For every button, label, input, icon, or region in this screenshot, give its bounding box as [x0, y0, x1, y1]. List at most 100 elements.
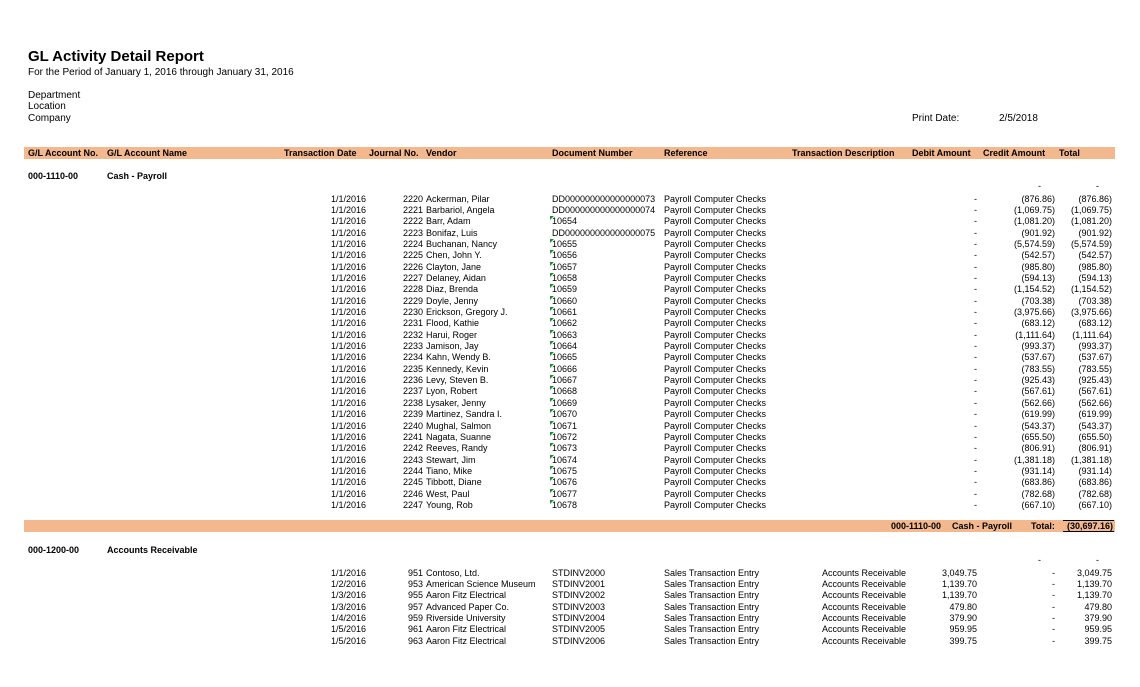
transaction-date: 1/1/2016: [331, 409, 367, 420]
debit-amount: -: [974, 499, 977, 510]
table-row: 1/1/2016 2234 Kahn, Wendy B. 10665 Payroll C…: [0, 352, 1140, 363]
subtotal-value: (30,697.16): [1066, 521, 1113, 531]
credit-amount: (543.37): [1021, 420, 1055, 431]
table-row: 1/3/2016 957 Advanced Paper Co. STDINV2003 S…: [0, 602, 1140, 613]
cell-comment-marker-icon: [550, 318, 554, 323]
transaction-date: 1/1/2016: [331, 272, 367, 283]
subtotal-account-name: Cash - Payroll: [952, 521, 1013, 531]
reference: Payroll Computer Checks: [664, 443, 767, 454]
debit-amount: -: [974, 443, 977, 454]
vendor-name: Contoso, Ltd.: [426, 567, 480, 578]
cell-comment-marker-icon: [550, 431, 554, 436]
reference: Payroll Computer Checks: [664, 272, 767, 283]
vendor-name: Diaz, Brenda: [426, 284, 479, 295]
transaction-date: 1/1/2016: [331, 454, 367, 465]
journal-no: 2231: [402, 318, 423, 329]
reference: Payroll Computer Checks: [664, 238, 767, 249]
cell-comment-marker-icon: [550, 284, 554, 289]
table-row: 1/1/2016 2238 Lysaker, Jenny 10669 Payroll C…: [0, 397, 1140, 409]
reference: Payroll Computer Checks: [664, 397, 767, 408]
reference: Payroll Computer Checks: [664, 375, 767, 386]
reference: Payroll Computer Checks: [664, 420, 767, 431]
col-transaction-description: Transaction Description: [792, 148, 895, 158]
transaction-description: Accounts Receivable: [822, 624, 907, 635]
reference: Sales Transaction Entry: [664, 578, 760, 589]
journal-no: 2236: [402, 375, 423, 386]
credit-amount: -: [1052, 590, 1055, 601]
journal-no: 961: [407, 624, 423, 635]
cell-comment-marker-icon: [550, 363, 554, 368]
vendor-name: Flood, Kathie: [426, 318, 480, 329]
vendor-name: Clayton, Jane: [426, 261, 482, 272]
total-amount: (1,111.64): [1072, 329, 1112, 340]
journal-no: 951: [407, 567, 423, 578]
vendor-name: Young, Rob: [426, 499, 473, 510]
col-document-number: Document Number: [552, 148, 633, 158]
table-row: 1/1/2016 2233 Jamison, Jay 10664 Payroll Com…: [0, 341, 1140, 352]
cell-comment-marker-icon: [550, 352, 554, 357]
document-number: STDINV2003: [552, 601, 606, 612]
journal-no: 2225: [402, 250, 423, 261]
total-amount: (3,975.66): [1070, 307, 1112, 317]
table-row: 1/1/2016 2246 West, Paul 10677 Payroll Compu…: [0, 488, 1140, 500]
total-amount: (993.37): [1078, 341, 1112, 352]
journal-no: 2224: [402, 238, 423, 249]
vendor-name: Buchanan, Nancy: [426, 238, 498, 249]
debit-amount: -: [974, 465, 977, 476]
col-credit-amount: Credit Amount: [983, 148, 1046, 158]
credit-amount: (683.12): [1021, 318, 1055, 329]
vendor-name: Kahn, Wendy B.: [426, 352, 491, 363]
transaction-date: 1/1/2016: [331, 227, 367, 238]
table-row: 1/5/2016 961 Aaron Fitz Electrical STDINV20…: [0, 624, 1140, 635]
credit-amount: (1,069.75): [1013, 204, 1055, 215]
cell-comment-marker-icon: [550, 295, 554, 300]
vendor-name: American Science Museum: [426, 578, 536, 589]
reference: Sales Transaction Entry: [664, 601, 760, 612]
document-number: DD000000000000000073: [552, 193, 656, 204]
credit-amount: (594.13): [1021, 272, 1055, 283]
debit-amount: -: [974, 375, 977, 386]
debit-amount: -: [974, 261, 977, 272]
table-row: 1/1/2016 2241 Nagata, Suanne 10672 Payroll C…: [0, 431, 1140, 443]
subtotal-account-number: 000-1110-00: [891, 521, 942, 531]
col-debit-amount: Debit Amount: [912, 148, 971, 158]
debit-amount: 399.75: [949, 635, 977, 646]
col-transaction-date: Transaction Date: [284, 148, 357, 158]
journal-no: 2243: [402, 454, 423, 465]
cell-comment-marker-icon: [550, 261, 554, 266]
debit-amount: 1,139.70: [941, 578, 977, 589]
report-title: GL Activity Detail Report: [28, 48, 204, 65]
reference: Payroll Computer Checks: [664, 477, 767, 488]
transaction-date: 1/1/2016: [331, 193, 367, 204]
journal-no: 955: [407, 590, 423, 601]
reference: Sales Transaction Entry: [664, 567, 760, 578]
credit-amount: (3,975.66): [1013, 307, 1055, 317]
document-number: 10660: [552, 295, 578, 306]
credit-amount: (782.68): [1021, 488, 1055, 499]
journal-no: 2221: [402, 204, 423, 215]
total-amount: 479.80: [1084, 601, 1112, 612]
vendor-name: Tibbott, Diane: [426, 477, 482, 488]
total-amount: (567.61): [1078, 386, 1112, 397]
journal-no: 2241: [402, 431, 423, 442]
table-row: 1/1/2016 2230 Erickson, Gregory J. 10661 Pay…: [0, 307, 1140, 318]
total-amount: (876.86): [1078, 193, 1112, 204]
transaction-date: 1/1/2016: [331, 443, 367, 454]
reference: Payroll Computer Checks: [664, 488, 767, 499]
document-number: 10670: [552, 409, 578, 420]
debit-amount: -: [974, 363, 977, 374]
transaction-date: 1/3/2016: [331, 601, 367, 612]
total-amount: (562.66): [1078, 397, 1112, 408]
vendor-name: Nagata, Suanne: [426, 431, 492, 442]
vendor-name: Tiano, Mike: [426, 465, 473, 476]
debit-amount: -: [974, 454, 977, 465]
cell-comment-marker-icon: [550, 238, 554, 243]
reference: Payroll Computer Checks: [664, 318, 767, 329]
transaction-date: 1/1/2016: [331, 329, 367, 340]
credit-amount: (655.50): [1021, 431, 1055, 442]
cell-comment-marker-icon: [550, 329, 554, 334]
total-amount: (537.67): [1078, 352, 1112, 363]
table-row: 1/1/2016 2222 Barr, Adam 10654 Payroll Compu…: [0, 216, 1140, 227]
credit-amount: (1,081.20): [1013, 216, 1055, 227]
vendor-name: Stewart, Jim: [426, 454, 476, 465]
